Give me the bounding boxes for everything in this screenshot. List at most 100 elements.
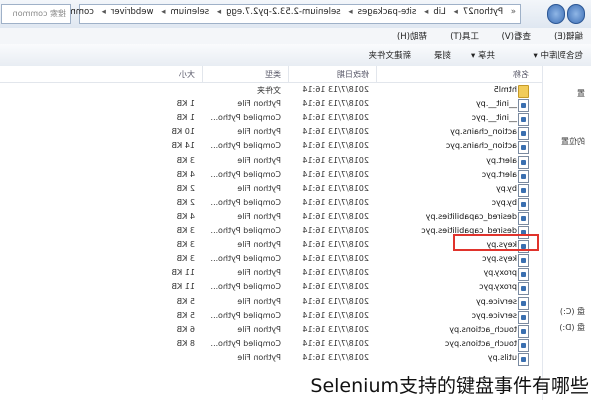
file-modified-date: 2018/7/13 16:14 [302,282,369,292]
file-name: touch_actions.py [449,324,517,334]
file-size: 3 KB [176,240,195,250]
address-field[interactable]: « Python27▸ Lib▸ site-packages▸ selenium… [45,4,521,24]
file-size: 8 KB [176,338,195,348]
file-row[interactable]: touch_actions.py 2018/7/13 16:14 Python Fi… [51,324,591,338]
include-in-library-button[interactable]: 包含到库中 ▾ [534,49,583,61]
file-size: 4 KB [176,169,195,179]
menu-bar: 编辑(E) 查看(V) 工具(T) 帮助(H) [0,28,591,45]
python-file-icon [518,352,529,366]
file-size: 1 KB [176,99,195,109]
menu-view[interactable]: 查看(V) [502,30,531,42]
file-modified-date: 2018/7/13 16:14 [302,240,369,250]
menu-tools[interactable]: 工具(T) [450,30,479,42]
file-modified-date: 2018/7/13 16:14 [302,113,369,123]
file-row[interactable]: action_chains.pyc 2018/7/13 16:14 Compiled… [51,140,591,155]
file-row[interactable]: html5 2018/7/13 16:14 文件夹 [51,84,591,98]
file-type: Python File [237,296,281,306]
column-date[interactable]: 修改日期 [337,69,369,80]
burn-button[interactable]: 刻录 [434,49,451,61]
nav-item-drive-c[interactable]: 盘 (C:) [560,306,585,317]
nav-item-drive-d[interactable]: 盘 (D:) [559,322,585,333]
python-file-icon [518,296,529,310]
file-name: service.pyc [471,310,517,320]
file-name: keys.pyc [482,254,517,264]
file-row[interactable]: touch_actions.pyc 2018/7/13 16:14 Compiled… [51,338,591,352]
python-file-icon [518,338,529,352]
file-row[interactable]: alert.pyc 2018/7/13 16:14 Compiled Pytho..… [51,169,591,183]
breadcrumb-selenium[interactable]: selenium [170,7,209,17]
column-type[interactable]: 类型 [265,69,281,80]
file-row[interactable]: keys.pyc 2018/7/13 16:14 Compiled Pytho...… [51,253,591,268]
python-file-icon [518,99,529,113]
file-type: Python File [237,211,281,221]
file-size: 14 KB [171,141,195,151]
search-input[interactable]: 搜索 common [1,4,71,24]
file-row[interactable]: proxy.pyc 2018/7/13 16:14 Compiled Pytho..… [51,281,591,296]
file-modified-date: 2018/7/13 16:14 [302,141,369,151]
file-modified-date: 2018/7/13 16:14 [302,99,369,109]
menu-help[interactable]: 帮助(H) [397,30,427,42]
column-size[interactable]: 大小 [179,69,195,80]
python-file-icon [518,127,529,141]
file-modified-date: 2018/7/13 16:14 [302,268,369,278]
python-file-icon [518,141,529,155]
python-file-icon [518,113,529,127]
file-modified-date: 2018/7/13 16:14 [302,197,369,207]
python-file-icon [518,324,529,338]
file-row[interactable]: utils.py 2018/7/13 16:14 Python File [51,352,591,366]
breadcrumb-lib[interactable]: Lib [433,7,446,17]
address-bar-area: « Python27▸ Lib▸ site-packages▸ selenium… [0,0,591,29]
file-type: Python File [237,99,281,109]
file-type: Compiled Pytho... [210,282,282,292]
file-size: 5 KB [176,310,195,320]
breadcrumb-webdriver[interactable]: webdriver [111,7,154,17]
file-type: Python File [237,352,281,362]
breadcrumb-site-packages[interactable]: site-packages [358,7,417,17]
new-folder-button[interactable]: 新建文件夹 [368,49,411,61]
file-row[interactable]: __init__.pyc 2018/7/13 16:14 Compiled Pyth… [51,112,591,127]
python-file-icon [518,169,529,183]
file-name: action_chains.py [450,127,517,137]
file-name: alert.pyc [481,169,517,179]
file-row[interactable]: service.py 2018/7/13 16:14 Python File 5 KB [51,296,591,310]
breadcrumb-selenium-egg[interactable]: selenium-2.53.2-py2.7.egg [226,7,341,17]
file-row[interactable]: __init__.py 2018/7/13 16:14 Python File 1 K… [51,98,591,113]
column-divider[interactable] [376,66,377,82]
file-name: proxy.py [483,268,517,278]
breadcrumb: « Python27▸ Lib▸ site-packages▸ selenium… [45,7,516,17]
file-row[interactable]: alert.py 2018/7/13 16:14 Python File 3 KB [51,155,591,169]
back-button[interactable] [567,4,585,24]
file-size: 3 KB [176,226,195,235]
file-size: 11 KB [171,282,195,292]
file-name: html5 [493,85,517,94]
breadcrumb-python27[interactable]: Python27 [463,7,503,17]
python-file-icon [518,197,529,211]
file-name: touch_actions.pyc [444,338,517,348]
column-name[interactable]: 名称 [513,69,529,80]
file-modified-date: 2018/7/13 16:14 [302,296,369,306]
menu-edit[interactable]: 编辑(E) [554,30,583,42]
command-bar: 包含到库中 ▾ 共享 ▾ 刻录 新建文件夹 [0,44,591,67]
column-divider[interactable] [202,66,203,82]
nav-item-location[interactable]: 置 [577,88,585,99]
python-file-icon [518,282,529,296]
search-placeholder: 搜索 common [12,9,66,18]
file-name: __init__.py [475,99,517,109]
python-file-icon [518,268,529,282]
file-row[interactable]: desired_capabilities.py 2018/7/13 16:14 Py… [51,211,591,225]
file-row[interactable]: action_chains.py 2018/7/13 16:14 Python Fi… [51,126,591,141]
file-type: Compiled Pytho... [210,310,282,320]
file-row[interactable]: by.pyc 2018/7/13 16:14 Compiled Pytho... 2 … [51,197,591,211]
file-name: by.pyc [491,197,517,207]
nav-item-recent-places[interactable]: 的位置 [561,136,585,147]
column-divider[interactable] [288,66,289,82]
navigation-pane: 置 的位置 盘 (C:) 盘 (D:) [542,66,591,400]
file-modified-date: 2018/7/13 16:14 [302,85,369,94]
forward-button[interactable] [547,4,565,24]
file-row[interactable]: proxy.py 2018/7/13 16:14 Python File 11 KB [51,267,591,282]
file-type: Python File [237,155,281,165]
file-type: Python File [237,324,281,334]
share-button[interactable]: 共享 ▾ [471,49,495,61]
file-row[interactable]: service.pyc 2018/7/13 16:14 Compiled Pytho… [51,310,591,324]
file-row[interactable]: by.py 2018/7/13 16:14 Python File 2 KB [51,183,591,197]
